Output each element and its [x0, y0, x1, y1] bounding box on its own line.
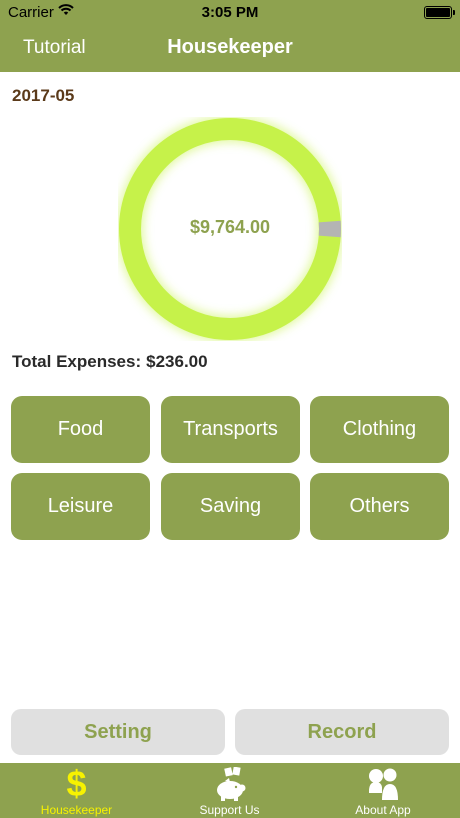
total-expenses: Total Expenses: $236.00 [12, 352, 208, 372]
setting-button[interactable]: Setting [11, 709, 225, 755]
tab-about-app-label: About App [355, 803, 411, 817]
category-food-button[interactable]: Food [11, 396, 150, 463]
tab-support-us[interactable]: Support Us [153, 763, 306, 818]
category-leisure-button[interactable]: Leisure [11, 473, 150, 540]
tab-bar: $ Housekeeper Support Us About App [0, 763, 460, 818]
nav-bar: Tutorial Housekeeper [0, 24, 460, 72]
total-expenses-value: $236.00 [146, 352, 208, 371]
status-time: 3:05 PM [201, 4, 259, 21]
balance-ring: $9,764.00 [118, 117, 342, 341]
record-button[interactable]: Record [235, 709, 449, 755]
tab-about-app[interactable]: About App [306, 763, 460, 818]
tutorial-button[interactable]: Tutorial [23, 37, 86, 59]
total-expenses-label: Total Expenses: [12, 352, 142, 371]
tab-housekeeper[interactable]: $ Housekeeper [0, 763, 153, 818]
month-label: 2017-05 [12, 86, 75, 105]
people-icon [306, 767, 460, 801]
category-others-button[interactable]: Others [310, 473, 449, 540]
tab-housekeeper-label: Housekeeper [40, 803, 113, 817]
status-bar: Carrier 3:05 PM [0, 0, 460, 24]
dollar-icon: $ [66, 763, 87, 804]
piggy-bank-icon [153, 767, 306, 801]
tab-support-us-label: Support Us [199, 803, 260, 817]
battery-icon [424, 6, 455, 19]
balance-amount: $9,764.00 [189, 217, 271, 237]
category-transports-button[interactable]: Transports [161, 396, 300, 463]
category-clothing-button[interactable]: Clothing [310, 396, 449, 463]
category-saving-button[interactable]: Saving [161, 473, 300, 540]
